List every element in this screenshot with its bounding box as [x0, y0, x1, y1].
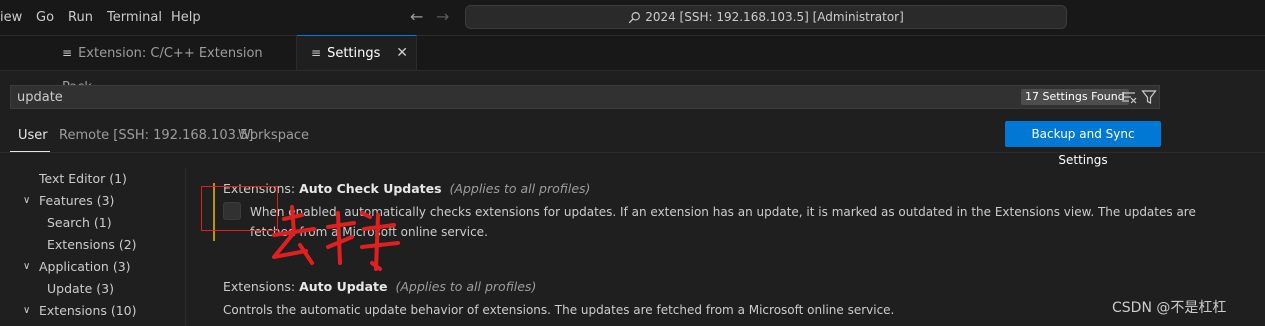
tab-workspace[interactable]: Workspace: [238, 128, 309, 143]
menu-view[interactable]: iew: [0, 10, 22, 25]
toc-item-update[interactable]: Update (3): [47, 281, 114, 296]
backup-sync-button[interactable]: Backup and Sync Settings: [1005, 121, 1161, 167]
settings-file-icon: ≡: [311, 46, 322, 60]
search-value: update: [17, 90, 63, 105]
setting-title-auto-update: Extensions: Auto Update (Applies to all …: [223, 279, 536, 294]
setting-name: Auto Update: [299, 279, 388, 294]
preview-icon: ≡: [62, 46, 73, 60]
tab-user[interactable]: User: [18, 128, 48, 143]
setting-scope-note: (Applies to all profiles): [449, 181, 591, 196]
settings-search-input[interactable]: update 17 Settings Found: [10, 85, 1160, 109]
watermark: CSDN @不是杠杠: [1112, 300, 1227, 316]
toc-item-application[interactable]: Application (3): [39, 259, 131, 274]
toc-item-text-editor[interactable]: Text Editor (1): [39, 171, 127, 186]
filter-icon[interactable]: [1141, 89, 1157, 109]
toc-item-extensions-group[interactable]: Extensions (10): [39, 303, 137, 318]
toc-item-search[interactable]: Search (1): [47, 215, 112, 230]
settings-count-badge: 17 Settings Found: [1021, 89, 1129, 105]
tab-label: Settings: [327, 46, 381, 61]
toc-item-extensions[interactable]: Extensions (2): [47, 237, 137, 252]
tab-extension-cpp-pack[interactable]: ≡Extension: C/C++ Extension Pack: [48, 36, 297, 95]
clear-filter-icon[interactable]: [1121, 89, 1137, 109]
chevron-down-icon[interactable]: ∨: [23, 305, 30, 316]
setting-name: Auto Check Updates: [299, 181, 442, 196]
close-icon[interactable]: ✕: [396, 36, 408, 70]
toc-divider: [185, 168, 186, 326]
setting-category: Extensions:: [223, 279, 296, 294]
toc-item-features[interactable]: Features (3): [39, 193, 114, 208]
menu-terminal[interactable]: Terminal: [107, 10, 162, 25]
search-icon: [628, 12, 641, 24]
command-center-label: 2024 [SSH: 192.168.103.5] [Administrator…: [645, 10, 904, 24]
chevron-down-icon[interactable]: ∨: [23, 195, 30, 206]
back-arrow-icon[interactable]: ←: [410, 7, 423, 26]
setting-description: Controls the automatic update behavior o…: [223, 303, 895, 317]
menu-go[interactable]: Go: [36, 10, 54, 25]
command-center[interactable]: 2024 [SSH: 192.168.103.5] [Administrator…: [465, 5, 1067, 29]
setting-title-auto-check-updates: Extensions: Auto Check Updates (Applies …: [223, 181, 590, 196]
title-bar: iew Go Run Terminal Help ← → 2024 [SSH: …: [0, 0, 1265, 36]
setting-scope-note: (Applies to all profiles): [395, 279, 537, 294]
menu-run[interactable]: Run: [68, 10, 93, 25]
tab-bar: ≡Extension: C/C++ Extension Pack ≡ Settin…: [0, 35, 1265, 95]
annotation-handwriting: [272, 205, 400, 271]
menu-help[interactable]: Help: [171, 10, 201, 25]
tab-remote[interactable]: Remote [SSH: 192.168.103.5]: [59, 128, 253, 143]
tab-settings[interactable]: ≡ Settings ✕: [297, 35, 417, 70]
chevron-down-icon[interactable]: ∨: [23, 261, 30, 272]
forward-arrow-icon[interactable]: →: [436, 7, 449, 26]
